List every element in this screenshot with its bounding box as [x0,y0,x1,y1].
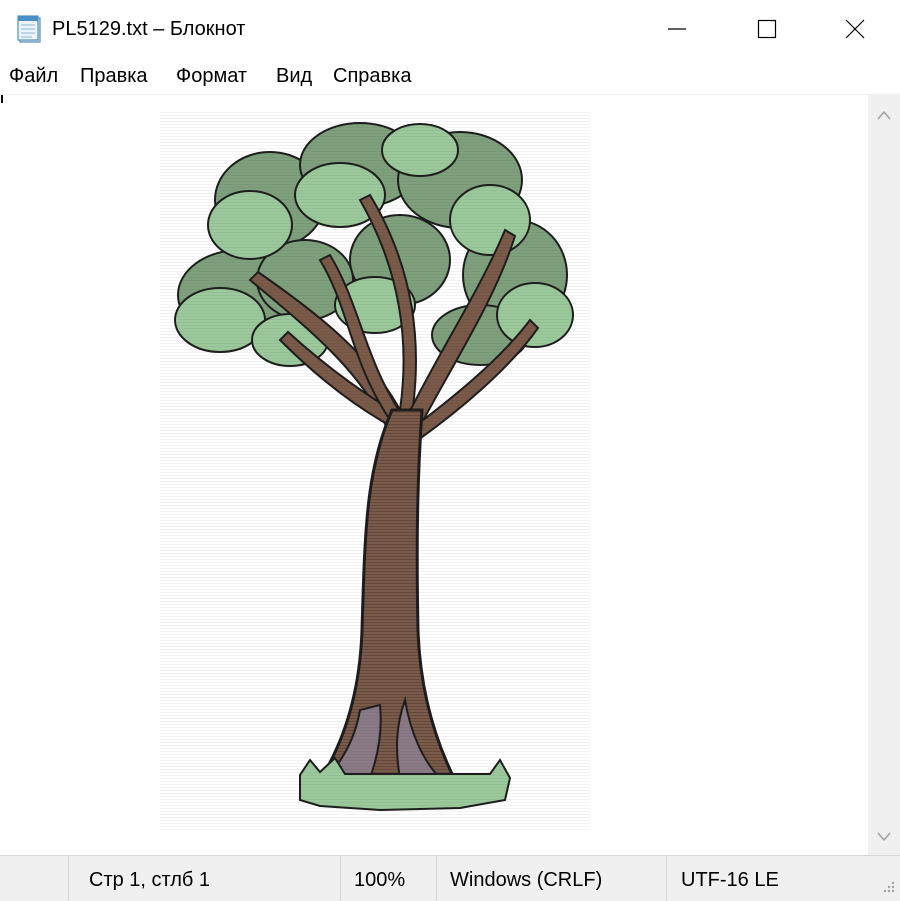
maximize-icon [757,19,777,39]
status-divider [436,856,437,901]
resize-grip-icon[interactable] [878,880,896,896]
title-bar[interactable]: PL5129.txt – Блокнот [0,0,900,58]
menu-bar: Файл Правка Формат Вид Справка [0,58,900,95]
status-encoding: UTF-16 LE [681,869,779,891]
text-caret [1,95,3,103]
close-icon [845,19,865,39]
menu-view[interactable]: Вид [276,64,312,88]
maximize-button[interactable] [722,0,812,58]
window-title: PL5129.txt – Блокнот [52,18,246,40]
menu-help[interactable]: Справка [333,64,411,88]
close-button[interactable] [810,0,900,58]
menu-edit[interactable]: Правка [80,64,148,88]
status-bar: Стр 1, стлб 1 100% Windows (CRLF) UTF-16… [0,855,900,901]
scroll-up-icon[interactable] [876,109,892,121]
scanline-texture [160,110,590,830]
scroll-down-icon[interactable] [876,831,892,843]
notepad-window: PL5129.txt – Блокнот Файл Правка Формат … [0,0,900,901]
notepad-icon [17,15,41,43]
status-cursor-position: Стр 1, стлб 1 [89,869,211,891]
menu-file[interactable]: Файл [9,64,58,88]
status-divider [68,856,69,901]
vertical-scrollbar[interactable] [868,95,900,855]
tree-ascii-art-image [160,110,590,830]
status-divider [340,856,341,901]
menu-format[interactable]: Формат [176,64,247,88]
minimize-button[interactable] [632,0,722,58]
status-line-endings: Windows (CRLF) [450,869,603,891]
status-zoom: 100% [354,869,406,891]
minimize-icon [668,28,686,30]
status-divider [666,856,667,901]
